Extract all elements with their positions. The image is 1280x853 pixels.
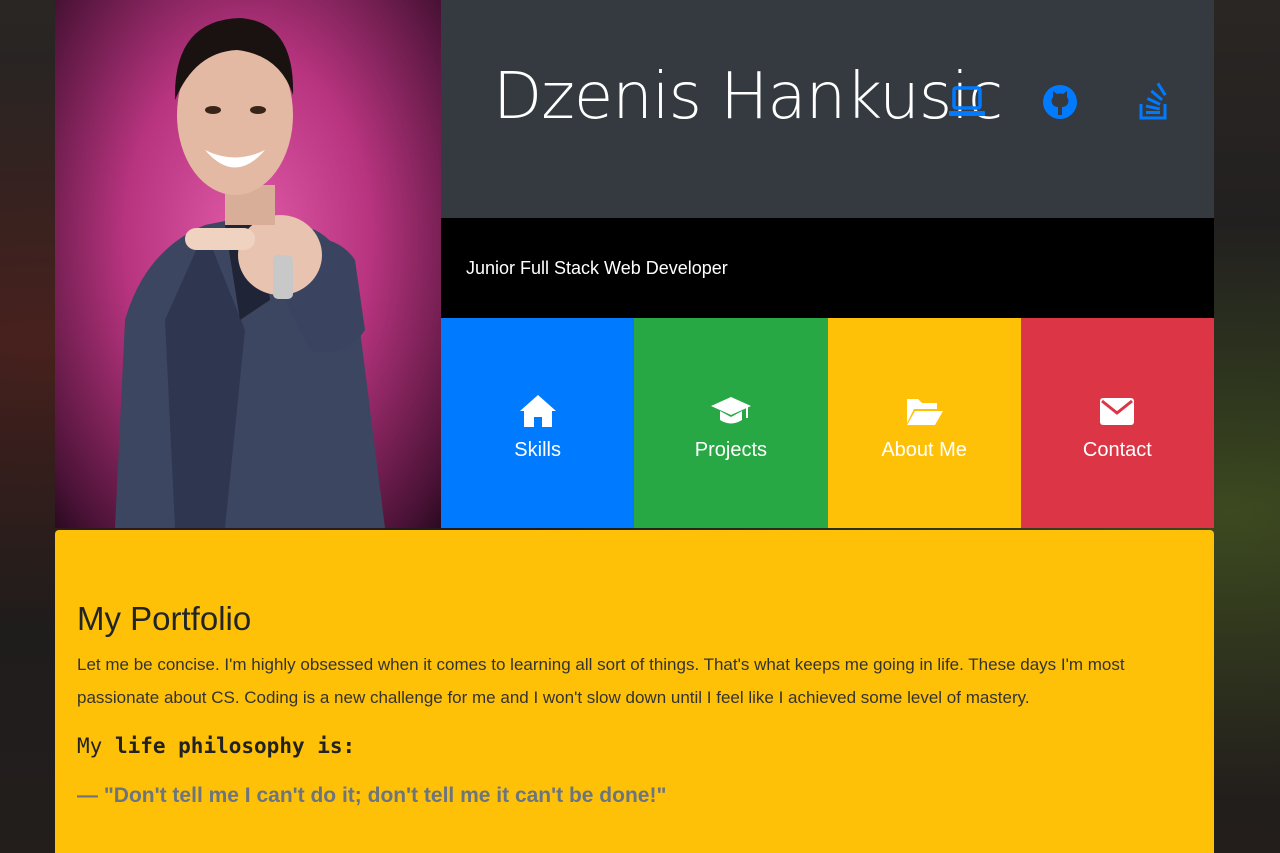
nav-tile-contact[interactable]: Contact [1020,318,1214,528]
stackoverflow-icon[interactable] [1134,82,1174,122]
section-description: Let me be concise. I'm highly obsessed w… [77,655,1125,707]
section-title: My Portfolio [77,600,252,637]
github-icon[interactable] [1040,82,1080,122]
graduation-cap-icon [710,391,751,431]
background-code-decoration [1214,0,1280,853]
portfolio-section: My Portfolio Let me be concise. I'm high… [55,530,1214,853]
philosophy-prefix: My [77,734,103,758]
laptop-icon[interactable] [947,82,987,122]
background-code-decoration [0,0,55,853]
nav-tile-about-me[interactable]: About Me [827,318,1021,528]
home-icon [518,391,558,431]
folder-open-icon [904,391,944,431]
header-bar: Dzenis Hankusic [441,0,1214,218]
job-title: Junior Full Stack Web Developer [466,258,728,278]
philosophy-heading: My life philosophy is: [77,734,1192,758]
nav-tile-label: Contact [1082,438,1152,461]
subtitle-bar: Junior Full Stack Web Developer [441,218,1214,318]
envelope-icon [1097,391,1137,431]
nav-tile-projects[interactable]: Projects [634,318,828,528]
main-container: Dzenis Hankusic Junior Full Stack Web De… [55,0,1214,853]
nav-tile-label: Projects [694,438,767,461]
nav-tile-label: About Me [881,438,967,461]
philosophy-quote: — "Don't tell me I can't do it; don't te… [77,784,667,807]
profile-name: Dzenis Hankusic [493,60,1003,134]
nav-tile-skills[interactable]: Skills [441,318,635,528]
profile-photo [55,0,441,528]
philosophy-emphasis: life philosophy is: [114,734,356,758]
nav-tile-label: Skills [514,438,561,461]
